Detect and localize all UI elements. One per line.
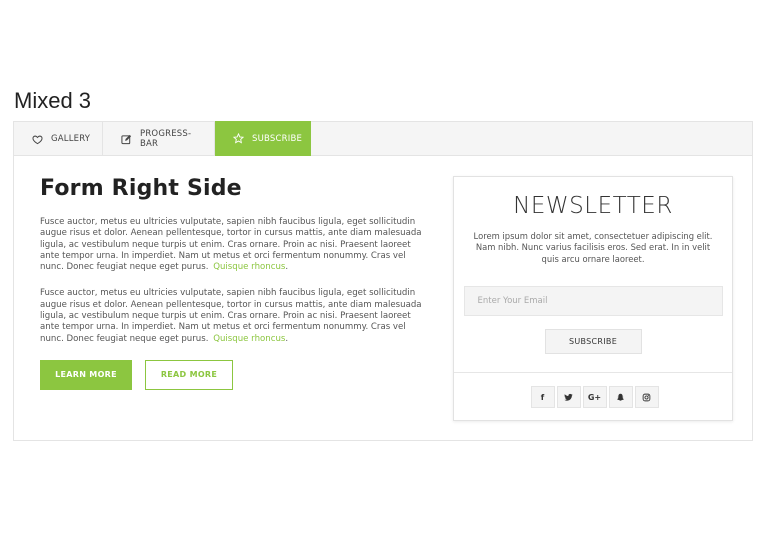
newsletter-title: NEWSLETTER (513, 193, 673, 219)
newsletter-box: NEWSLETTER Lorem ipsum dolor sit amet, c… (453, 176, 733, 421)
heart-icon (32, 134, 43, 145)
tab-progress-bar[interactable]: PROGRESS-BAR (103, 122, 215, 156)
tab-subscribe-label: SUBSCRIBE (252, 133, 303, 144)
tab-gallery-label: GALLERY (51, 134, 91, 144)
star-icon (233, 133, 244, 144)
instagram-icon[interactable] (634, 386, 659, 408)
facebook-icon[interactable]: f (530, 386, 555, 408)
content-heading: Form Right Side (40, 176, 242, 201)
content-paragraph: Fusce auctor, metus eu ultricies vulputa… (40, 288, 430, 344)
edit-icon (121, 134, 132, 145)
learn-more-button[interactable]: LEARN MORE (40, 359, 132, 390)
newsletter-divider (454, 372, 732, 373)
tabbed-widget: GALLERY PROGRESS-BAR SUBSCRIBE Form Righ… (13, 121, 753, 441)
tab-gallery[interactable]: GALLERY (14, 122, 103, 156)
google-plus-icon[interactable]: G+ (582, 386, 607, 408)
quisque-rhoncus-link[interactable]: Quisque rhoncus (213, 334, 285, 344)
quisque-rhoncus-link[interactable]: Quisque rhoncus (213, 262, 285, 272)
content-panel: Form Right Side Fusce auctor, metus eu u… (40, 176, 430, 390)
paragraph-suffix: . (285, 333, 289, 344)
content-paragraph: Fusce auctor, metus eu ultricies vulputa… (40, 217, 430, 273)
tab-subscribe[interactable]: SUBSCRIBE (215, 121, 311, 156)
newsletter-description: Lorem ipsum dolor sit amet, consectetuer… (473, 231, 713, 264)
button-group: LEARN MORE READ MORE (40, 359, 430, 390)
snapchat-icon[interactable] (608, 386, 633, 408)
email-field[interactable] (463, 286, 723, 317)
read-more-button[interactable]: READ MORE (145, 359, 233, 390)
page-title: Mixed 3 (14, 88, 92, 113)
subscribe-button[interactable]: SUBSCRIBE (544, 329, 642, 355)
social-links: f G+ (454, 386, 732, 408)
tab-progress-bar-label: PROGRESS-BAR (140, 129, 192, 149)
paragraph-suffix: . (285, 262, 289, 273)
tab-bar: GALLERY PROGRESS-BAR SUBSCRIBE (14, 121, 752, 156)
twitter-icon[interactable] (556, 386, 581, 408)
